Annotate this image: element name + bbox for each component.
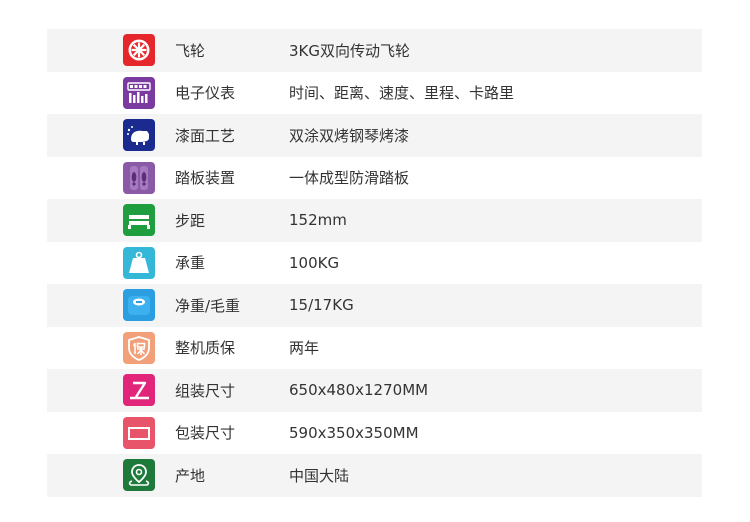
spec-label: 电子仪表 [175, 84, 236, 103]
spec-row-flywheel: 飞轮 3KG双向传动飞轮 [47, 29, 702, 72]
spec-label: 步距 [175, 211, 206, 230]
spec-label: 组装尺寸 [175, 381, 236, 400]
spec-label: 飞轮 [175, 41, 206, 60]
spec-value: 3KG双向传动飞轮 [289, 41, 411, 60]
stride-bed-icon [123, 204, 155, 237]
spec-row-stride: 步距 152mm [47, 199, 702, 242]
spec-label: 产地 [175, 466, 206, 485]
spec-value: 中国大陆 [289, 466, 350, 485]
assembled-size-icon [123, 374, 155, 407]
spec-value: 一体成型防滑踏板 [289, 169, 410, 188]
paint-spray-icon [123, 119, 155, 152]
spec-row-weight: 净重/毛重 15/17KG [47, 284, 702, 327]
flywheel-icon [123, 34, 155, 67]
location-pin-icon [123, 459, 155, 492]
spec-label: 承重 [175, 254, 206, 273]
spec-row-warranty: 整机质保 两年 [47, 326, 702, 369]
spec-value: 152mm [289, 211, 347, 230]
spec-value: 时间、距离、速度、里程、卡路里 [289, 84, 515, 103]
spec-row-meter: 电子仪表 时间、距离、速度、里程、卡路里 [47, 71, 702, 114]
spec-row-origin: 产地 中国大陆 [47, 454, 702, 497]
spec-row-pedal: 踏板装置 一体成型防滑踏板 [47, 156, 702, 199]
spec-value: 100KG [289, 253, 340, 272]
spec-label: 漆面工艺 [175, 126, 236, 145]
spec-table: 飞轮 3KG双向传动飞轮 电子仪表 时间、距离、速度、里程、卡路里 漆面工艺 双… [47, 29, 702, 497]
spec-label: 包装尺寸 [175, 424, 236, 443]
spec-value: 双涂双烤钢琴烤漆 [289, 126, 410, 145]
spec-value: 两年 [289, 339, 320, 358]
weight-icon [123, 246, 155, 279]
spec-row-paint: 漆面工艺 双涂双烤钢琴烤漆 [47, 114, 702, 157]
scale-icon [123, 289, 155, 322]
spec-label: 整机质保 [175, 339, 236, 358]
spec-row-assembled-size: 组装尺寸 650x480x1270MM [47, 369, 702, 412]
spec-value: 590x350x350MM [289, 423, 419, 442]
footprint-pedal-icon [123, 161, 155, 194]
spec-label: 净重/毛重 [175, 296, 241, 315]
warranty-shield-icon [123, 331, 155, 364]
spec-value: 650x480x1270MM [289, 381, 429, 400]
display-meter-icon [123, 76, 155, 109]
spec-label: 踏板装置 [175, 169, 236, 188]
spec-row-package-size: 包装尺寸 590x350x350MM [47, 411, 702, 454]
spec-value: 15/17KG [289, 296, 354, 315]
spec-row-load: 承重 100KG [47, 241, 702, 284]
package-size-icon [123, 416, 155, 449]
